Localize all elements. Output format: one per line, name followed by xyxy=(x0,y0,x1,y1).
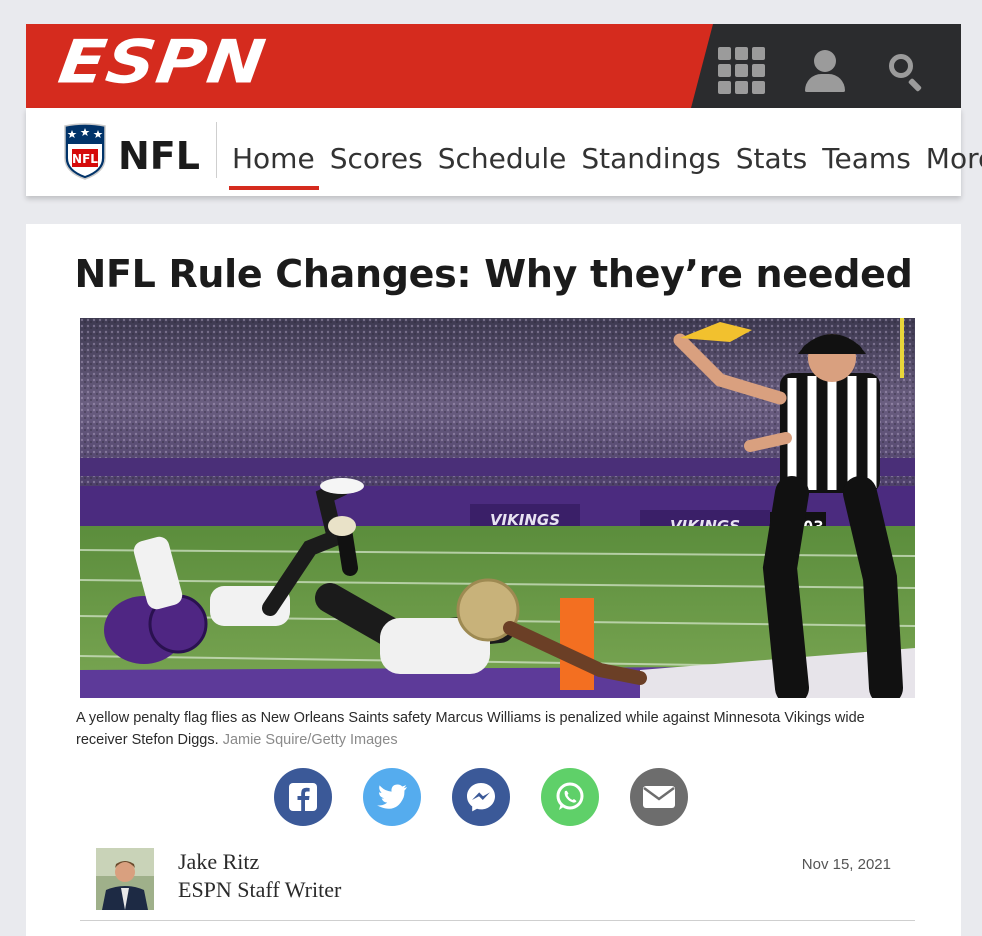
nfl-shield-logo-icon[interactable]: NFL xyxy=(62,122,108,180)
header-actions xyxy=(718,46,925,94)
byline-divider xyxy=(80,920,915,921)
facebook-icon xyxy=(289,783,317,811)
messenger-share-button[interactable] xyxy=(452,768,510,826)
email-share-button[interactable] xyxy=(630,768,688,826)
caption-text: A yellow penalty flag flies as New Orlea… xyxy=(76,710,865,748)
article-card: NFL Rule Changes: Why they’re needed VIK… xyxy=(26,224,961,936)
twitter-icon xyxy=(377,784,407,809)
nav-item-scores[interactable]: Scores xyxy=(330,142,423,175)
author-avatar[interactable] xyxy=(96,848,154,910)
nav-divider xyxy=(216,122,217,178)
espn-header: ESPN xyxy=(26,24,961,108)
espn-logo[interactable]: ESPN xyxy=(54,28,270,98)
nfl-nav-bar: NFL NFL Home Scores Schedule Standings S… xyxy=(26,108,982,196)
nav-item-standings[interactable]: Standings xyxy=(581,142,720,175)
article-photo: VIKINGS VIKINGS 10:03 xyxy=(80,318,915,698)
nav-item-home[interactable]: Home xyxy=(229,142,319,190)
photo-credit: Jamie Squire/Getty Images xyxy=(222,732,398,748)
apps-grid-icon[interactable] xyxy=(718,46,765,94)
nav-menu: Home Scores Schedule Standings Stats Tea… xyxy=(229,142,982,190)
whatsapp-share-button[interactable] xyxy=(541,768,599,826)
nav-item-teams[interactable]: Teams xyxy=(822,142,911,175)
facebook-share-button[interactable] xyxy=(274,768,332,826)
svg-text:NFL: NFL xyxy=(72,152,98,166)
share-bar xyxy=(274,768,688,826)
search-icon[interactable] xyxy=(885,50,925,93)
nav-item-schedule[interactable]: Schedule xyxy=(438,142,567,175)
author-role: ESPN Staff Writer xyxy=(178,877,342,902)
publish-date: Nov 15, 2021 xyxy=(801,856,891,873)
author-name[interactable]: Jake Ritz xyxy=(178,848,259,876)
twitter-share-button[interactable] xyxy=(363,768,421,826)
messenger-icon xyxy=(467,783,495,812)
photo-caption: A yellow penalty flag flies as New Orlea… xyxy=(76,707,916,751)
nav-item-more[interactable]: More xyxy=(926,142,982,175)
nav-item-stats[interactable]: Stats xyxy=(736,142,807,175)
article-photo-illustration: VIKINGS VIKINGS 10:03 xyxy=(80,318,915,698)
user-icon[interactable] xyxy=(801,46,849,94)
email-icon xyxy=(643,786,675,808)
article-headline: NFL Rule Changes: Why they’re needed xyxy=(74,252,913,296)
whatsapp-icon xyxy=(556,782,584,810)
section-title: NFL xyxy=(118,134,200,178)
